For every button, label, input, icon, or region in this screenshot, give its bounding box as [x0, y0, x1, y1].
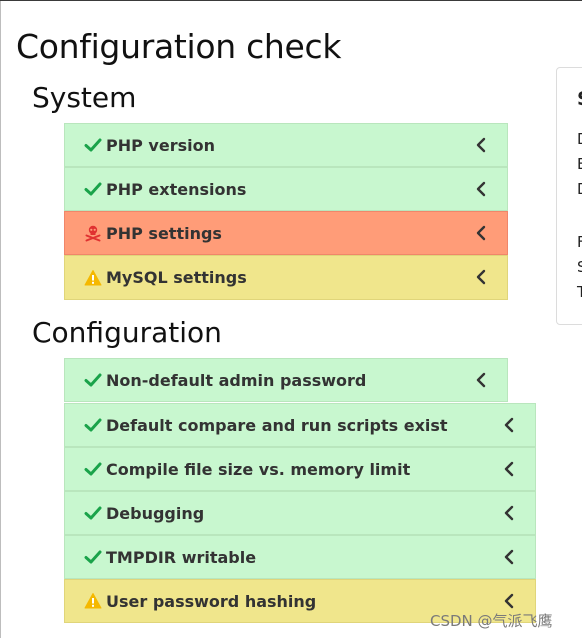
checkmark-icon	[84, 182, 102, 196]
checkmark-icon	[84, 138, 102, 152]
side-panel: S D E D F S T	[556, 67, 582, 325]
side-panel-title: S	[577, 88, 582, 110]
chevron-left-icon[interactable]	[501, 593, 517, 609]
chevron-left-icon[interactable]	[473, 137, 489, 153]
page-title: Configuration check	[16, 27, 342, 66]
checkmark-icon	[84, 506, 102, 520]
checkmark-icon	[84, 550, 102, 564]
chevron-left-icon[interactable]	[501, 461, 517, 477]
check-row-mysql-settings[interactable]: MySQL settings	[64, 255, 508, 300]
window-left-border	[0, 1, 1, 638]
checkmark-icon	[84, 418, 102, 432]
side-panel-line: S	[577, 258, 582, 276]
chevron-left-icon[interactable]	[473, 372, 489, 388]
check-row-compare-run-scripts[interactable]: Default compare and run scripts exist	[64, 403, 536, 447]
skull-crossbones-icon	[85, 225, 101, 242]
chevron-left-icon[interactable]	[501, 417, 517, 433]
configuration-section-heading: Configuration	[32, 316, 222, 349]
chevron-left-icon[interactable]	[473, 269, 489, 285]
warning-triangle-icon	[84, 269, 102, 285]
system-section-heading: System	[32, 81, 137, 114]
check-row-php-version[interactable]: PHP version	[64, 123, 508, 167]
check-row-label: PHP version	[106, 135, 215, 155]
window-top-border	[0, 0, 582, 1]
side-panel-line: D	[577, 130, 582, 148]
checkmark-icon	[84, 373, 102, 387]
chevron-left-icon[interactable]	[501, 549, 517, 565]
check-row-label: Compile file size vs. memory limit	[106, 459, 411, 479]
check-row-label: User password hashing	[106, 591, 317, 611]
chevron-left-icon[interactable]	[473, 225, 489, 241]
check-row-label: PHP extensions	[106, 179, 247, 199]
side-panel-line: T	[577, 283, 582, 301]
side-panel-line: F	[577, 233, 582, 251]
check-row-debugging[interactable]: Debugging	[64, 491, 536, 535]
check-row-label: MySQL settings	[106, 268, 247, 287]
check-row-label: TMPDIR writable	[106, 547, 257, 567]
watermark: CSDN @气派飞鹰	[430, 612, 553, 630]
side-panel-line: D	[577, 180, 582, 198]
checkmark-icon	[84, 462, 102, 476]
check-row-php-settings[interactable]: PHP settings	[64, 211, 508, 255]
check-row-php-extensions[interactable]: PHP extensions	[64, 167, 508, 211]
check-row-label: Default compare and run scripts exist	[106, 415, 448, 435]
check-row-tmpdir-writable[interactable]: TMPDIR writable	[64, 535, 536, 579]
check-row-compile-file-size[interactable]: Compile file size vs. memory limit	[64, 447, 536, 491]
check-row-label: Non-default admin password	[106, 370, 367, 390]
check-row-label: PHP settings	[106, 223, 222, 243]
chevron-left-icon[interactable]	[501, 505, 517, 521]
warning-triangle-icon	[84, 593, 102, 609]
check-row-label: Debugging	[106, 503, 205, 523]
chevron-left-icon[interactable]	[473, 181, 489, 197]
check-row-admin-password[interactable]: Non-default admin password	[64, 358, 508, 402]
side-panel-line: E	[577, 155, 582, 173]
